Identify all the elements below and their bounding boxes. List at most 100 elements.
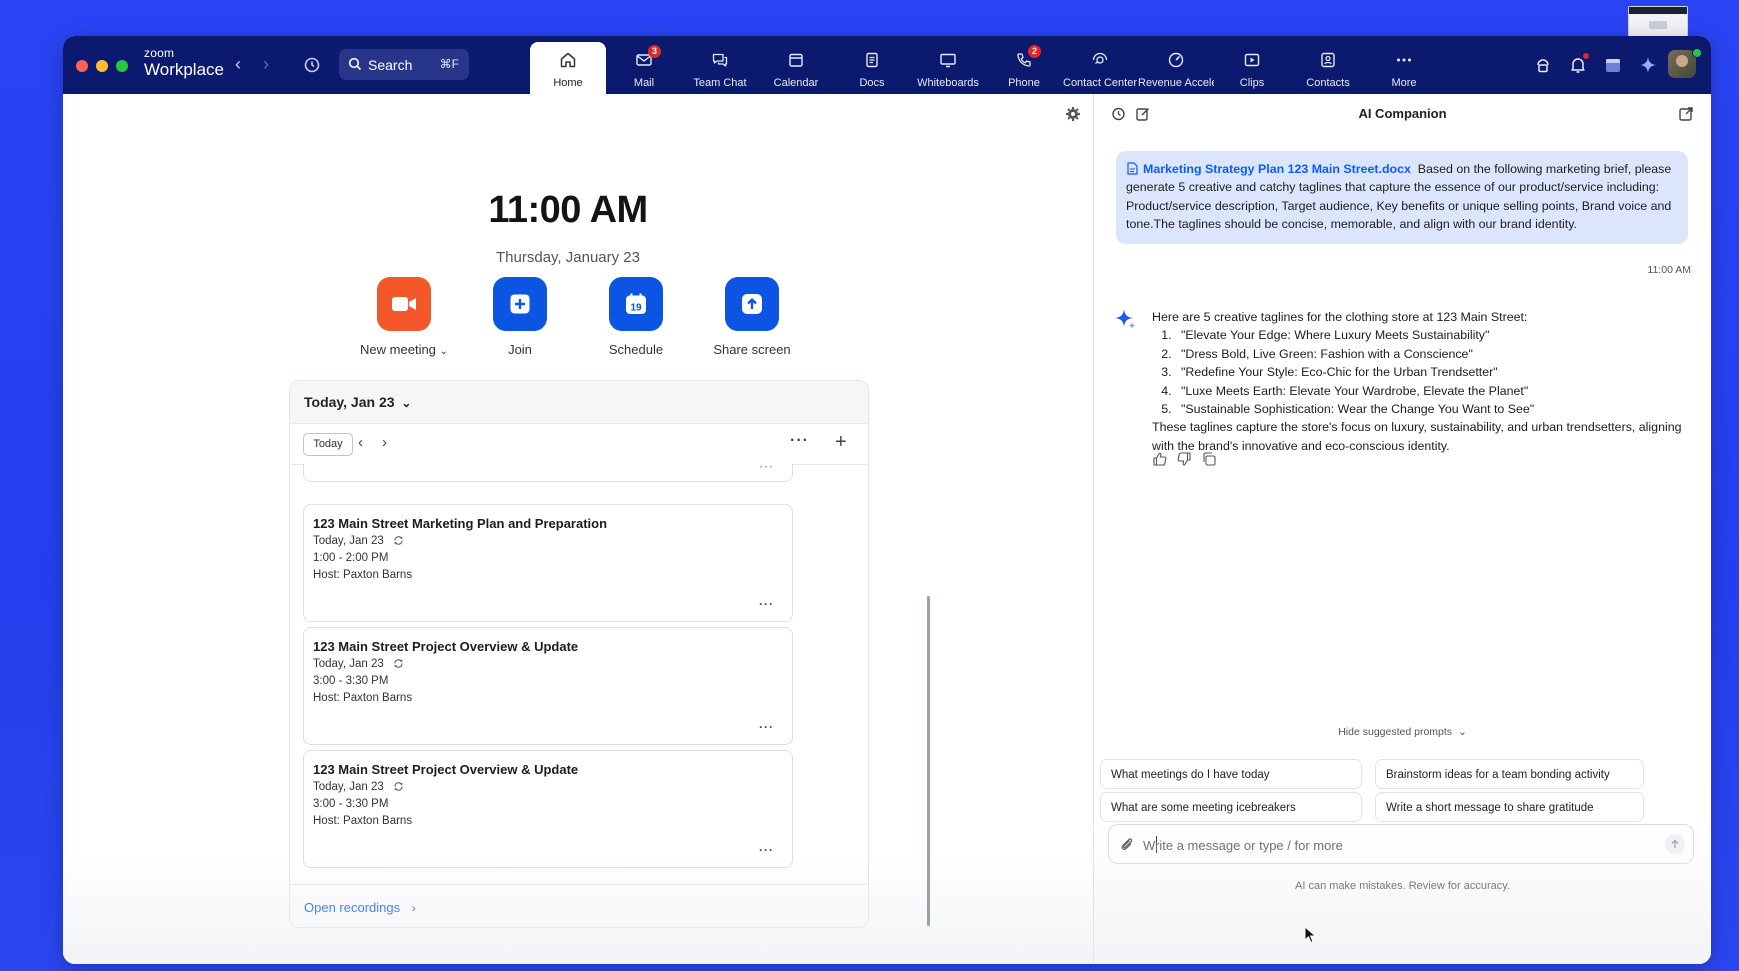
more-options-icon[interactable]: ··· xyxy=(790,432,809,450)
tab-team-chat[interactable]: Team Chat xyxy=(682,42,758,94)
tab-label: Whiteboards xyxy=(917,77,979,89)
home-pane: 11:00 AM Thursday, January 23 New meetin… xyxy=(63,94,1093,964)
new-meeting-label: New meeting xyxy=(360,342,436,357)
close-window-button[interactable] xyxy=(76,60,88,72)
chat-icon xyxy=(712,53,728,67)
paperclip-icon[interactable] xyxy=(1119,836,1135,852)
search-label: Search xyxy=(368,57,413,73)
meeting-card[interactable]: 123 Main Street Marketing Plan and Prepa… xyxy=(303,504,793,622)
tab-calendar[interactable]: Calendar xyxy=(758,42,834,94)
tab-more[interactable]: More xyxy=(1366,42,1442,94)
more-icon xyxy=(1397,58,1411,62)
home-icon xyxy=(560,52,576,68)
gear-icon[interactable] xyxy=(1063,104,1083,124)
meeting-time: 3:00 - 3:30 PM xyxy=(313,798,389,810)
brand-small: zoom xyxy=(144,46,175,60)
search-button[interactable]: Search ⌘F xyxy=(339,49,469,80)
tab-label: Docs xyxy=(859,77,885,89)
more-icon[interactable]: ··· xyxy=(759,843,774,857)
meeting-host: Host: Paxton Barns xyxy=(313,569,413,581)
ai-sparkle-icon[interactable] xyxy=(1637,54,1659,76)
tab-contacts[interactable]: Contacts xyxy=(1290,42,1366,94)
tab-docs[interactable]: Docs xyxy=(834,42,910,94)
hide-prompts-label: Hide suggested prompts xyxy=(1338,726,1453,738)
minimize-window-button[interactable] xyxy=(96,60,108,72)
meeting-host: Host: Paxton Barns xyxy=(313,815,413,827)
send-button[interactable] xyxy=(1665,834,1685,854)
hands-free-icon[interactable] xyxy=(1532,54,1554,76)
chevron-down-icon: ⌄ xyxy=(401,396,412,410)
history-icon[interactable] xyxy=(301,54,323,76)
suggested-prompt-chip[interactable]: Brainstorm ideas for a team bonding acti… xyxy=(1375,759,1644,789)
join-action[interactable]: Join xyxy=(465,277,575,357)
more-icon[interactable]: ··· xyxy=(759,720,774,734)
plus-icon xyxy=(510,294,530,314)
meeting-time: 1:00 - 2:00 PM xyxy=(313,552,389,564)
schedule-action[interactable]: 19 Schedule xyxy=(581,277,691,357)
meeting-list[interactable]: ··· 123 Main Street Marketing Plan and P… xyxy=(290,464,868,884)
next-day-icon[interactable]: › xyxy=(382,434,387,451)
tab-home[interactable]: Home xyxy=(530,42,606,94)
search-icon xyxy=(348,57,362,71)
recurring-icon xyxy=(394,659,403,669)
add-meeting-icon[interactable]: + xyxy=(835,431,847,454)
calendar-footer: Open recordings › xyxy=(290,884,868,927)
new-meeting-action[interactable]: New meeting ⌄ xyxy=(349,277,459,357)
copy-icon[interactable] xyxy=(1201,451,1217,467)
join-button[interactable] xyxy=(493,277,547,331)
phone-badge: 2 xyxy=(1028,45,1041,58)
meeting-date: Today, Jan 23 xyxy=(313,781,384,793)
meeting-date: Today, Jan 23 xyxy=(313,658,384,670)
calendar-date-dropdown[interactable]: Today, Jan 23 ⌄ xyxy=(304,394,411,410)
meeting-title: 123 Main Street Project Overview & Updat… xyxy=(313,762,579,777)
list-item: "Elevate Your Edge: Where Luxury Meets S… xyxy=(1175,326,1692,344)
suggested-prompt-chip[interactable]: Write a short message to share gratitude xyxy=(1375,792,1644,822)
attached-file-link[interactable]: Marketing Strategy Plan 123 Main Street.… xyxy=(1143,162,1411,176)
list-item[interactable]: ··· xyxy=(303,464,793,482)
meeting-list-scrollbar[interactable] xyxy=(927,596,930,926)
today-button[interactable]: Today xyxy=(303,433,353,456)
more-icon[interactable]: ··· xyxy=(759,464,774,473)
tab-label: More xyxy=(1391,77,1417,89)
ai-disclaimer: AI can make mistakes. Review for accurac… xyxy=(1295,880,1510,892)
message-input[interactable] xyxy=(1141,834,1645,856)
schedule-label: Schedule xyxy=(608,342,664,357)
tab-revenue-accelerator[interactable]: Revenue Acceler xyxy=(1138,42,1214,94)
notifications-button[interactable] xyxy=(1567,53,1589,76)
pop-out-icon[interactable] xyxy=(1678,106,1694,122)
hide-suggested-prompts-toggle[interactable]: Hide suggested prompts ⌄ xyxy=(1094,726,1711,738)
back-arrow-icon[interactable]: ‹ xyxy=(235,54,241,75)
user-message-bubble: Marketing Strategy Plan 123 Main Street.… xyxy=(1116,151,1688,244)
meeting-time: 3:00 - 3:30 PM xyxy=(313,675,389,687)
tab-whiteboards[interactable]: Whiteboards xyxy=(910,42,986,94)
suggested-prompt-chip[interactable]: What meetings do I have today xyxy=(1100,759,1362,789)
tab-phone[interactable]: 2 Phone xyxy=(986,42,1062,94)
meeting-date: Today, Jan 23 xyxy=(313,535,384,547)
video-camera-icon xyxy=(392,297,416,311)
more-icon[interactable]: ··· xyxy=(759,597,774,611)
chevron-down-icon[interactable]: ⌄ xyxy=(440,346,448,357)
new-meeting-button[interactable] xyxy=(377,277,431,331)
share-screen-action[interactable]: Share screen xyxy=(697,277,807,357)
meeting-card[interactable]: 123 Main Street Project Overview & Updat… xyxy=(303,750,793,868)
top-bar: zoom Workplace ‹ › Search ⌘F Home 3 Mail… xyxy=(63,36,1711,94)
open-recordings-label: Open recordings xyxy=(304,900,401,915)
suggested-prompt-chip[interactable]: What are some meeting icebreakers xyxy=(1100,792,1362,822)
previous-day-icon[interactable]: ‹ xyxy=(358,434,363,451)
zoom-window-button[interactable] xyxy=(116,60,128,72)
meeting-card[interactable]: 123 Main Street Project Overview & Updat… xyxy=(303,627,793,745)
tab-contact-center[interactable]: Contact Center xyxy=(1062,42,1138,94)
schedule-button[interactable]: 19 xyxy=(609,277,663,331)
calendar-app-icon[interactable] xyxy=(1602,54,1624,76)
thumbs-up-icon[interactable] xyxy=(1152,451,1168,467)
user-message-time: 11:00 AM xyxy=(1647,264,1691,276)
tagline-list: "Elevate Your Edge: Where Luxury Meets S… xyxy=(1152,326,1692,418)
clips-icon xyxy=(1244,53,1260,67)
tab-mail[interactable]: 3 Mail xyxy=(606,42,682,94)
thumbs-down-icon[interactable] xyxy=(1176,451,1192,467)
share-screen-button[interactable] xyxy=(725,277,779,331)
tab-clips[interactable]: Clips xyxy=(1214,42,1290,94)
tab-label: Revenue Acceler xyxy=(1138,77,1214,89)
open-recordings-link[interactable]: Open recordings › xyxy=(304,900,416,915)
forward-arrow-icon[interactable]: › xyxy=(263,54,269,75)
